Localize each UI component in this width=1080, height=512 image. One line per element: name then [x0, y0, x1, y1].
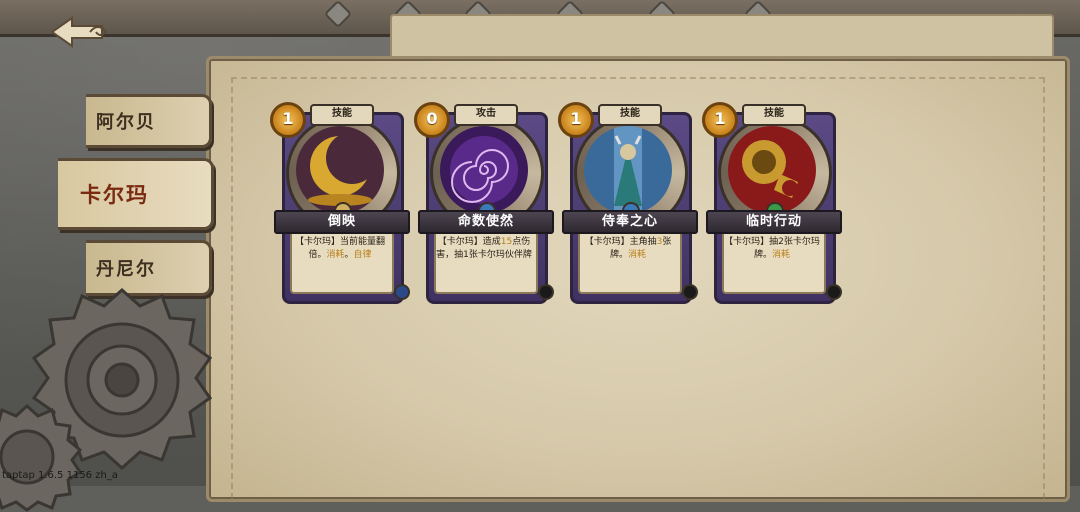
- card-art: [440, 126, 528, 214]
- card-type-label: 技能: [742, 104, 806, 126]
- card-description: 【卡尔玛】抽2张卡尔玛牌。消耗: [724, 236, 820, 262]
- card-art: [296, 126, 384, 214]
- card-description: 【卡尔玛】主角抽3张牌。消耗: [580, 236, 676, 262]
- energy-cost-badge: 1: [558, 102, 594, 138]
- corner-gem-icon: [538, 284, 554, 300]
- back-button[interactable]: [50, 14, 116, 50]
- keyword: 消耗: [772, 250, 791, 260]
- crescent-moon-icon: [296, 126, 384, 214]
- card-improvise[interactable]: 技能 1 临时行动 【卡尔玛】抽2张卡尔玛牌。消耗: [702, 102, 842, 304]
- spiral-clock-icon: [440, 126, 528, 214]
- rivet-icon: [323, 0, 353, 29]
- energy-cost-badge: 1: [270, 102, 306, 138]
- tab-character-2[interactable]: 卡尔玛: [58, 158, 214, 230]
- card-name: 倒映: [274, 210, 410, 234]
- card-destiny[interactable]: 攻击 0 命数使然 【卡尔玛】造成15点伤害，抽1张卡尔玛伙伴牌: [414, 102, 554, 304]
- corner-gem-icon: [682, 284, 698, 300]
- desc-text: 【卡尔玛】造成: [437, 237, 501, 247]
- card-description: 【卡尔玛】当前能量翻倍。消耗。自律: [292, 236, 388, 262]
- gear-icon: [0, 403, 82, 512]
- card-type-label: 技能: [310, 104, 374, 126]
- card-type-label: 攻击: [454, 104, 518, 126]
- card-type-label: 技能: [598, 104, 662, 126]
- keyword: 消耗: [628, 250, 647, 260]
- card-name: 命数使然: [418, 210, 554, 234]
- card-art: [584, 126, 672, 214]
- hooded-figure-icon: [584, 126, 672, 214]
- card-name: 侍奉之心: [562, 210, 698, 234]
- back-arrow-icon: [50, 16, 108, 48]
- energy-cost-badge: 0: [414, 102, 450, 138]
- energy-cost-badge: 1: [702, 102, 738, 138]
- corner-gem-icon: [394, 284, 410, 300]
- tab-character-1[interactable]: 阿尔贝: [86, 94, 212, 148]
- card-reflection[interactable]: 技能 1 倒映 【卡尔玛】当前能量翻倍。消耗。自律: [270, 102, 410, 304]
- desc-number: 15: [500, 237, 513, 247]
- keyword: 自律: [353, 250, 372, 260]
- tab-label: 阿尔贝: [96, 112, 156, 133]
- card-name: 临时行动: [706, 210, 842, 234]
- desc-text: 【卡尔玛】主角抽: [584, 237, 657, 247]
- corner-gem-icon: [826, 284, 842, 300]
- keyword: 消耗: [326, 250, 345, 260]
- tab-label: 卡尔玛: [80, 183, 149, 207]
- card-servant-heart[interactable]: 技能 1 侍奉之心 【卡尔玛】主角抽3张牌。消耗: [558, 102, 698, 304]
- brass-horn-icon: [728, 126, 816, 214]
- tab-label: 丹尼尔: [96, 259, 156, 280]
- card-description: 【卡尔玛】造成15点伤害，抽1张卡尔玛伙伴牌: [436, 236, 532, 262]
- card-art: [728, 126, 816, 214]
- desc-text: 。: [344, 250, 354, 260]
- version-label: taptap 1.6.5 1156 zh_a: [2, 470, 118, 481]
